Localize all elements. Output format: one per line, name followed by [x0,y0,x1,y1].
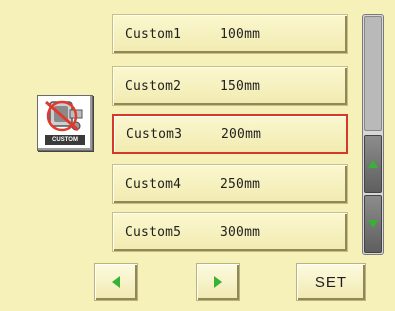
list-item-custom2[interactable]: Custom2 150mm [112,66,348,106]
list-item-custom1[interactable]: Custom1 100mm [112,14,348,54]
item-name: Custom5 [125,224,182,240]
arrow-down-icon [368,220,378,228]
custom-size-panel: CUSTOM Custom1 100mm Custom2 150mm Custo… [0,0,395,311]
set-button[interactable]: SET [296,263,366,301]
custom-mode-button[interactable]: CUSTOM [37,95,93,151]
set-button-label: SET [314,273,348,291]
item-value: 250mm [220,176,261,192]
item-value: 300mm [220,224,261,240]
arrow-left-icon [112,276,120,288]
previous-button[interactable] [94,263,138,301]
list-item-custom5[interactable]: Custom5 300mm [112,212,348,252]
list-item-custom4[interactable]: Custom4 250mm [112,164,348,204]
scroll-up-button[interactable] [364,135,382,193]
next-button[interactable] [196,263,240,301]
scrollbar-thumb[interactable] [364,16,382,131]
item-value: 100mm [220,26,261,42]
arrow-up-icon [368,160,378,168]
item-value: 200mm [221,126,262,142]
list-item-custom3[interactable]: Custom3 200mm [112,114,348,154]
arrow-right-icon [214,276,222,288]
item-value: 150mm [220,78,261,94]
custom-label: CUSTOM [45,135,85,145]
item-name: Custom3 [126,126,183,142]
item-name: Custom2 [125,78,182,94]
item-name: Custom1 [125,26,182,42]
scroll-down-button[interactable] [364,195,382,253]
item-name: Custom4 [125,176,182,192]
